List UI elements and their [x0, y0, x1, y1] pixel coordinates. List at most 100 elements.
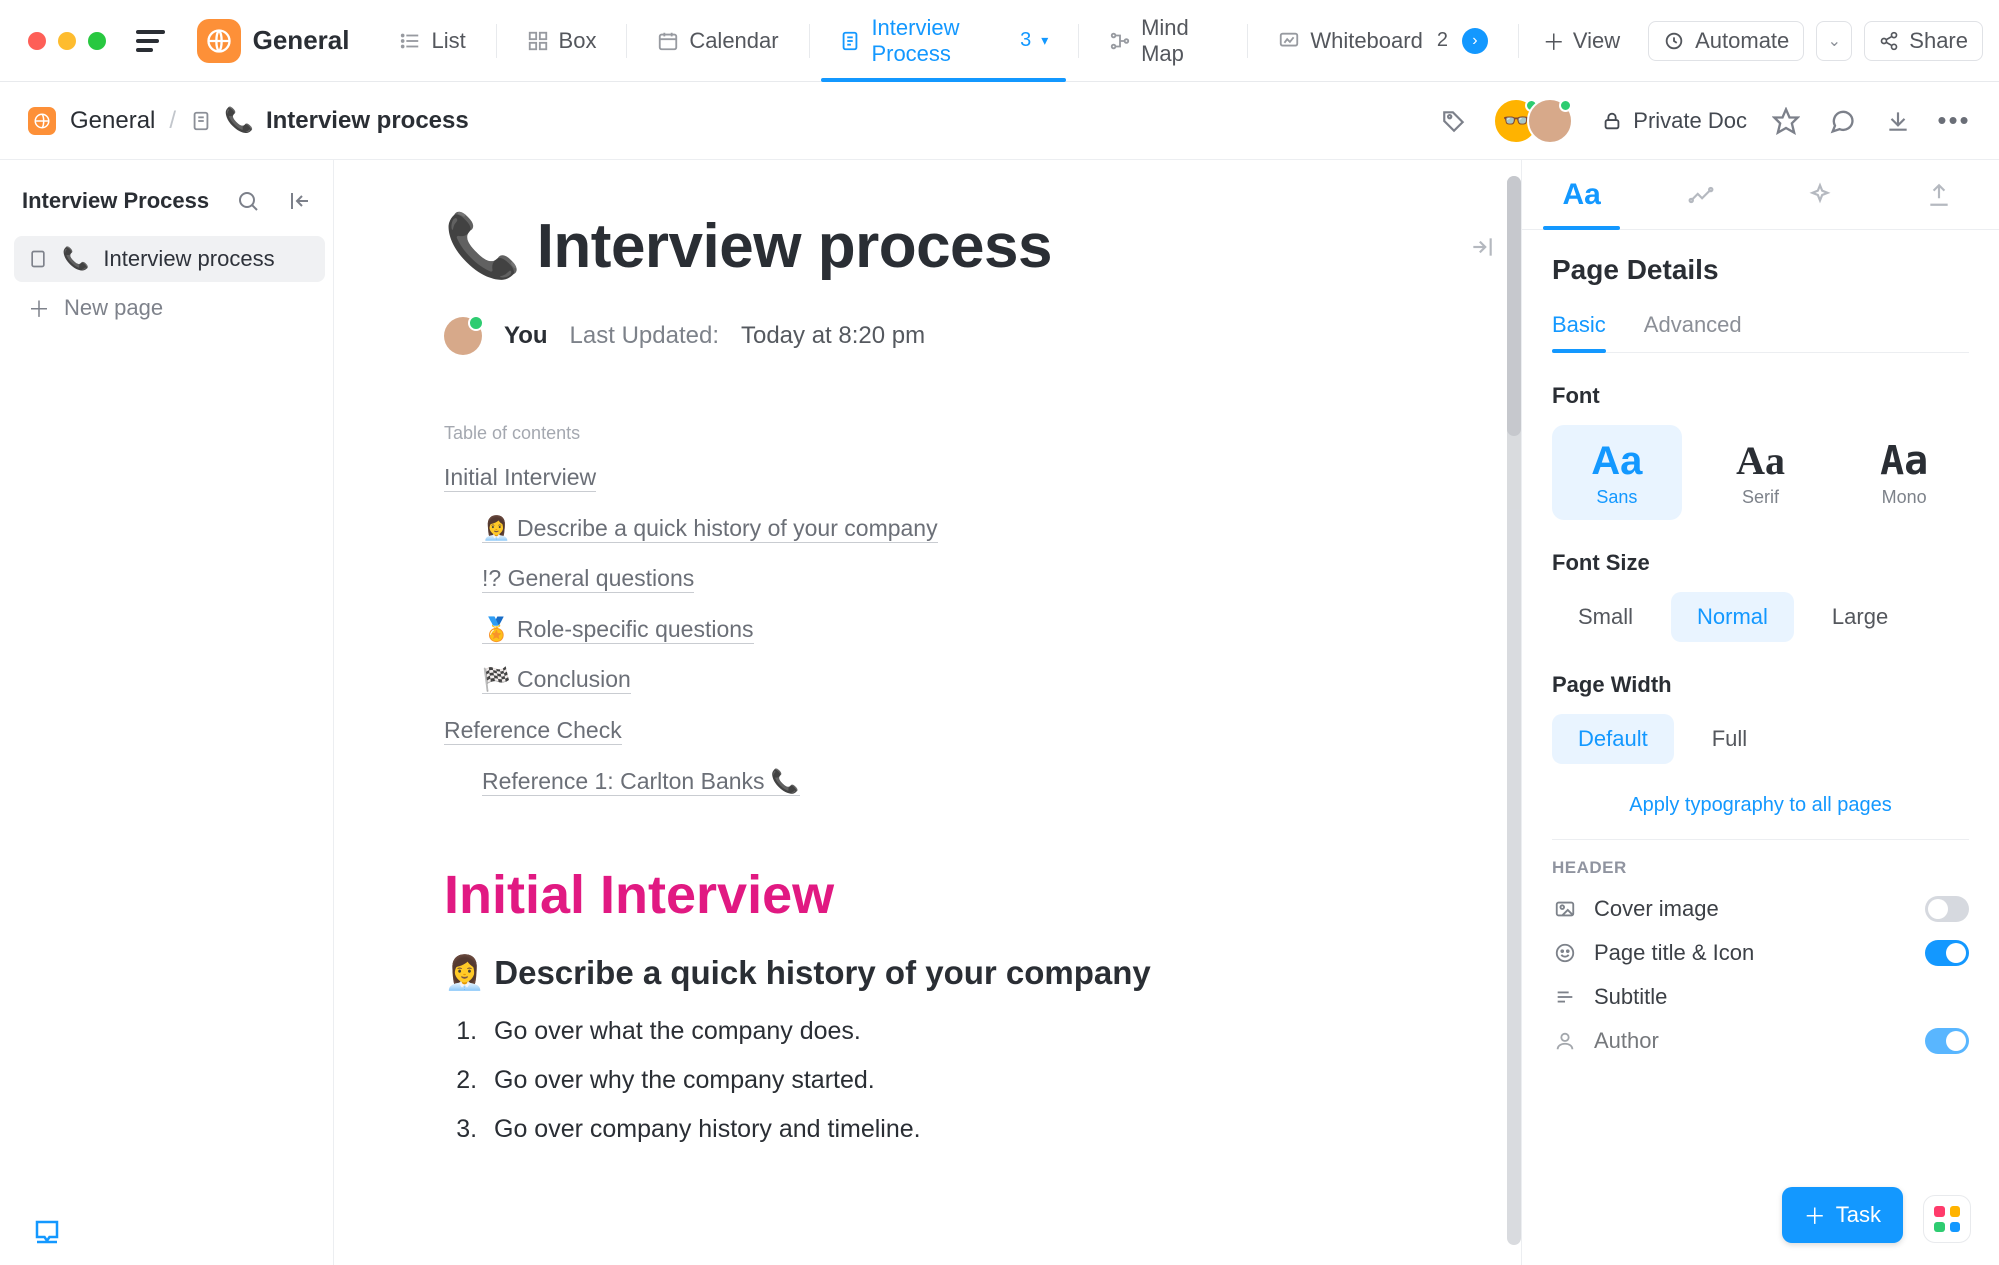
list-item[interactable]: Go over why the company started. [484, 1056, 1401, 1105]
tab-typography[interactable]: Aa [1522, 160, 1641, 229]
font-option-serif[interactable]: Aa Serif [1696, 425, 1826, 520]
toc-link[interactable]: 🏅 Role-specific questions [482, 616, 754, 644]
toc-link[interactable]: Initial Interview [444, 464, 596, 492]
sub-tab-advanced[interactable]: Advanced [1644, 312, 1742, 352]
typography-icon: Aa [1562, 178, 1600, 212]
ordered-list[interactable]: Go over what the company does. Go over w… [444, 1007, 1401, 1153]
page-meta: You Last Updated: Today at 8:20 pm [444, 317, 1401, 355]
view-box[interactable]: Box [509, 0, 615, 81]
collapse-panel-icon[interactable] [283, 184, 317, 218]
automate-dropdown[interactable]: ⌄ [1816, 21, 1852, 61]
author-toggle[interactable] [1925, 1028, 1969, 1054]
toc-link[interactable]: !? General questions [482, 565, 694, 593]
plus-icon: ＋ [1804, 1199, 1826, 1231]
page-width-full[interactable]: Full [1686, 714, 1773, 764]
tab-relationships[interactable] [1641, 160, 1760, 229]
automate-icon [1663, 30, 1685, 52]
tab-export[interactable] [1880, 160, 1999, 229]
font-option-sans[interactable]: Aa Sans [1552, 425, 1682, 520]
page-tree-item[interactable]: 📞 Interview process [14, 236, 325, 282]
tag-icon[interactable] [1437, 104, 1471, 138]
view-calendar[interactable]: Calendar [639, 0, 796, 81]
close-window-icon[interactable] [28, 32, 46, 50]
toc-link[interactable]: 👩‍💼 Describe a quick history of your com… [482, 515, 938, 543]
toc-link[interactable]: Reference Check [444, 717, 622, 745]
new-page-button[interactable]: ＋ New page [14, 282, 325, 334]
cover-image-label: Cover image [1594, 896, 1719, 922]
font-size-selector: Small Normal Large [1552, 592, 1969, 642]
view-list[interactable]: List [381, 0, 483, 81]
space-chip[interactable]: General [197, 19, 350, 63]
space-mini-icon[interactable] [28, 107, 56, 135]
font-sample: Aa [1843, 441, 1965, 481]
view-interview-label: Interview Process [871, 15, 1006, 67]
download-icon[interactable] [1881, 104, 1915, 138]
maximize-window-icon[interactable] [88, 32, 106, 50]
automate-button[interactable]: Automate [1648, 21, 1804, 61]
minimize-window-icon[interactable] [58, 32, 76, 50]
toc-link[interactable]: 🏁 Conclusion [482, 666, 631, 694]
presence-avatars[interactable]: 👓 [1493, 98, 1573, 144]
view-whiteboard[interactable]: Whiteboard 2 › [1260, 0, 1506, 81]
page-title-text: Interview process [537, 211, 1052, 282]
comment-icon[interactable] [1825, 104, 1859, 138]
view-calendar-label: Calendar [689, 28, 778, 54]
view-interview-process[interactable]: Interview Process 3 ▾ [821, 0, 1066, 81]
tab-ai[interactable] [1761, 160, 1880, 229]
add-view-button[interactable]: ＋ View [1531, 19, 1632, 63]
search-icon[interactable] [231, 184, 265, 218]
title-icon-toggle[interactable] [1925, 940, 1969, 966]
more-options-icon[interactable]: ••• [1937, 104, 1971, 138]
cover-image-toggle[interactable] [1925, 896, 1969, 922]
apps-launcher-icon[interactable] [1923, 1195, 1971, 1243]
star-icon[interactable] [1769, 104, 1803, 138]
breadcrumb-separator: / [169, 107, 176, 135]
apply-typography-link[interactable]: Apply typography to all pages [1552, 794, 1969, 817]
panel-title: Page Details [1552, 254, 1969, 286]
hamburger-menu-icon[interactable] [136, 30, 165, 52]
last-updated-value: Today at 8:20 pm [741, 322, 925, 350]
panel-tabs: Aa [1522, 160, 1999, 230]
lock-icon [1601, 110, 1623, 132]
scrollbar[interactable] [1507, 176, 1521, 1245]
crumb-space[interactable]: General [70, 107, 155, 135]
subsection-heading[interactable]: 👩‍💼 Describe a quick history of your com… [444, 954, 1401, 993]
privacy-indicator[interactable]: Private Doc [1601, 108, 1747, 134]
inbox-icon[interactable] [32, 1217, 62, 1247]
chevron-down-icon[interactable]: ▾ [1041, 32, 1048, 49]
scroll-views-right-icon[interactable]: › [1462, 28, 1488, 54]
font-size-large[interactable]: Large [1806, 592, 1914, 642]
header-option-subtitle: Subtitle [1552, 984, 1969, 1010]
font-size-normal[interactable]: Normal [1671, 592, 1794, 642]
avatar [1527, 98, 1573, 144]
window-controls [28, 32, 106, 50]
mindmap-icon [1109, 30, 1131, 52]
subtitle-icon [1552, 984, 1578, 1010]
list-item[interactable]: Go over company history and timeline. [484, 1105, 1401, 1154]
author-avatar[interactable] [444, 317, 482, 355]
font-sample: Aa [1700, 441, 1822, 481]
list-item[interactable]: Go over what the company does. [484, 1007, 1401, 1056]
automate-label: Automate [1695, 28, 1789, 54]
new-page-label: New page [64, 295, 163, 321]
header-option-title: Page title & Icon [1552, 940, 1969, 966]
page-width-default[interactable]: Default [1552, 714, 1674, 764]
expand-right-panel-icon[interactable] [1469, 234, 1495, 260]
sub-tab-basic[interactable]: Basic [1552, 312, 1606, 352]
font-option-mono[interactable]: Aa Mono [1839, 425, 1969, 520]
toc-link[interactable]: Reference 1: Carlton Banks 📞 [482, 768, 800, 796]
page-title[interactable]: 📞 Interview process [444, 210, 1401, 283]
subtitle-label: Subtitle [1594, 984, 1667, 1010]
plus-icon: ＋ [28, 292, 50, 324]
header-section-label: HEADER [1552, 858, 1969, 878]
share-button[interactable]: Share [1864, 21, 1983, 61]
page-icon [28, 249, 48, 269]
crumb-page-title: Interview process [266, 107, 469, 135]
toolbar-right: Automate ⌄ Share [1648, 21, 1983, 61]
new-task-button[interactable]: ＋ Task [1782, 1187, 1903, 1243]
font-size-small[interactable]: Small [1552, 592, 1659, 642]
view-mindmap[interactable]: Mind Map [1091, 0, 1235, 81]
privacy-label: Private Doc [1633, 108, 1747, 134]
section-heading[interactable]: Initial Interview [444, 864, 1401, 926]
crumb-page[interactable]: 📞 Interview process [190, 106, 469, 135]
